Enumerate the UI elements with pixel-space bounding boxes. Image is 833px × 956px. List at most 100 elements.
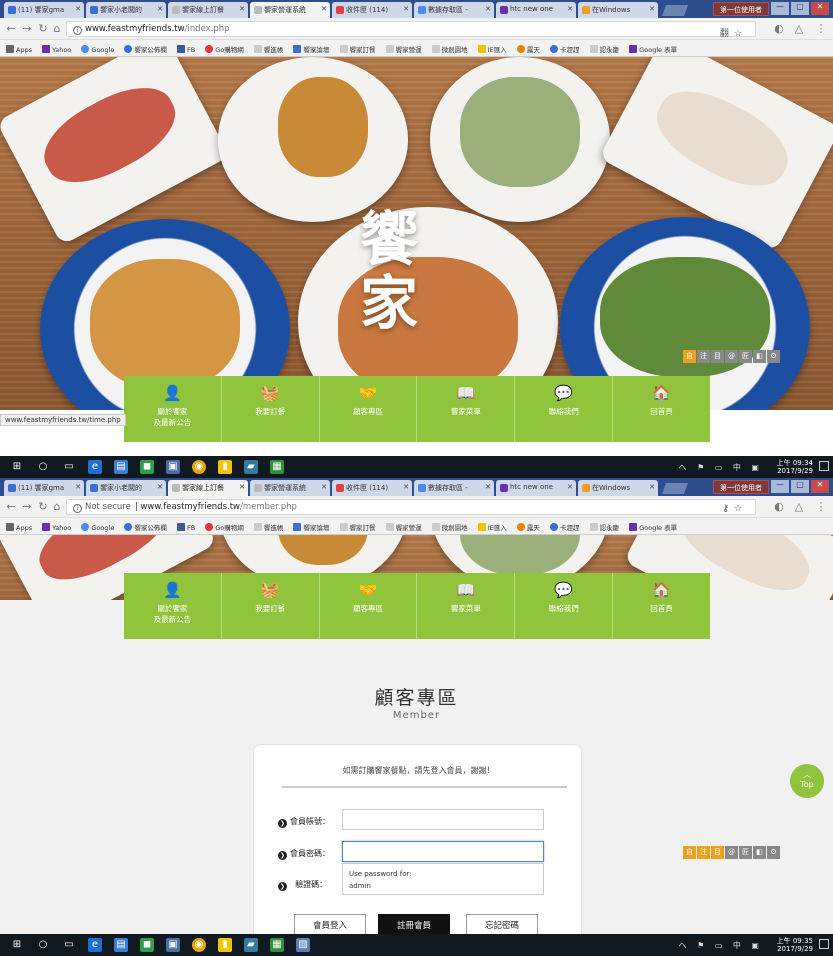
windows-start-icon[interactable]: ⊞ — [10, 460, 24, 474]
menu-icon[interactable]: ⋮ — [814, 22, 828, 36]
tab-1[interactable]: (11) 饗家gma ✕ — [4, 2, 84, 18]
autofill-option-admin[interactable]: admin — [349, 880, 537, 892]
bookmark-google[interactable]: Google — [81, 45, 114, 54]
account-input[interactable] — [342, 809, 544, 830]
tool-button[interactable]: ◧ — [753, 350, 766, 363]
bookmark-yahoo[interactable]: Yahoo — [42, 45, 71, 54]
address-bar[interactable]: i Not secure | www.feastmyfriends.tw/membe… — [66, 499, 756, 515]
chrome-icon[interactable]: ◉ — [192, 938, 206, 952]
maximize-button[interactable]: ▢ — [791, 480, 809, 493]
tool-button[interactable]: 目 — [711, 846, 724, 859]
bookmark-2[interactable]: Go購物網 — [205, 522, 244, 532]
tool-button[interactable]: 自 — [683, 846, 696, 859]
close-icon[interactable]: ✕ — [239, 5, 245, 13]
tab-4[interactable]: 饗家營運系統 ✕ — [250, 2, 330, 18]
info-icon[interactable]: i — [73, 504, 82, 513]
forward-arrow-icon[interactable]: → — [20, 500, 34, 514]
tab-1[interactable]: (11) 饗家gma ✕ — [4, 480, 84, 496]
search-icon[interactable]: ○ — [36, 938, 50, 952]
nav-member[interactable]: 🤝 顧客專區 — [320, 376, 418, 442]
address-bar[interactable]: i www.feastmyfriends.tw/index.php 翻☆ — [66, 21, 756, 39]
tool-button[interactable]: @ — [725, 846, 738, 859]
minimize-button[interactable]: — — [771, 2, 789, 15]
edge-icon[interactable]: e — [88, 938, 102, 952]
extension-icon[interactable]: ◐ — [772, 22, 786, 36]
close-icon[interactable]: ✕ — [239, 483, 245, 491]
nav-order[interactable]: 🧺 我要訂餐 — [222, 376, 320, 442]
close-icon[interactable]: ✕ — [567, 483, 573, 491]
bookmark-6[interactable]: 饗家營運 — [385, 44, 422, 54]
bookmark-7[interactable]: 微創園地 — [431, 44, 468, 54]
back-arrow-icon[interactable]: ← — [4, 500, 18, 514]
close-icon[interactable]: ✕ — [649, 483, 655, 491]
tab-7[interactable]: htc new one ✕ — [496, 480, 576, 496]
tab-2[interactable]: 饗家小老闆的 ✕ — [86, 2, 166, 18]
nav-menu[interactable]: 📖 饗家菜單 — [417, 573, 516, 639]
home-button-icon[interactable]: ⌂ — [50, 22, 64, 36]
tab-3[interactable]: 饗家線上訂餐 ✕ — [168, 2, 248, 18]
close-icon[interactable]: ✕ — [649, 5, 655, 13]
explorer-icon[interactable]: ▤ — [114, 938, 128, 952]
tab-6[interactable]: 數據存取區 - ✕ — [414, 2, 494, 18]
screenshot-app-icon[interactable]: ▧ — [296, 938, 310, 952]
bookmark-4[interactable]: 饗家論壇 — [293, 44, 329, 54]
explorer-icon[interactable]: ▤ — [114, 460, 128, 474]
nav-about[interactable]: 👤 關於饗家 及最新公告 — [124, 573, 222, 639]
clock[interactable]: 上午 09:35 2017/9/29 — [777, 937, 813, 953]
tool-button[interactable]: 匠 — [739, 846, 752, 859]
spreadsheet-icon[interactable]: ▦ — [270, 460, 284, 474]
bookmark-google[interactable]: Google — [81, 523, 114, 532]
files-icon[interactable]: ▮ — [218, 460, 232, 474]
bookmark-4[interactable]: 饗家論壇 — [293, 522, 329, 532]
nav-home[interactable]: 🏠 回首頁 — [613, 376, 710, 442]
close-icon[interactable]: ✕ — [321, 483, 327, 491]
window-close-button[interactable]: ✕ — [811, 480, 829, 493]
new-tab-button[interactable] — [661, 483, 689, 494]
bookmark-7[interactable]: 微創園地 — [431, 522, 468, 532]
profile-icon[interactable]: △ — [792, 22, 806, 36]
tab-8[interactable]: 在Windows ✕ — [578, 480, 658, 496]
notification-icon[interactable] — [819, 461, 829, 471]
bookmark-1[interactable]: 饗家公佈欄 — [124, 522, 167, 532]
spreadsheet-icon[interactable]: ▦ — [270, 938, 284, 952]
bookmark-fb[interactable]: FB — [176, 523, 195, 532]
bookmark-5[interactable]: 饗家訂餐 — [339, 522, 376, 532]
close-icon[interactable]: ✕ — [321, 5, 327, 13]
tool-button[interactable]: @ — [725, 350, 738, 363]
nav-member[interactable]: 🤝 顧客專區 — [320, 573, 418, 639]
reload-icon[interactable]: ↻ — [36, 500, 50, 514]
folder-icon[interactable]: ▰ — [244, 938, 258, 952]
settings-icon[interactable]: ⚙ — [767, 846, 780, 859]
close-icon[interactable]: ✕ — [75, 483, 81, 491]
user-profile-badge[interactable]: 第一位使用者 — [713, 480, 769, 494]
tab-6[interactable]: 數據存取區 - ✕ — [414, 480, 494, 496]
close-icon[interactable]: ✕ — [485, 5, 491, 13]
tool-button[interactable]: 注 — [697, 350, 710, 363]
tab-2[interactable]: 饗家小老闆的 ✕ — [86, 480, 166, 496]
task-view-icon[interactable]: ▭ — [62, 460, 76, 474]
bookmark-yahoo[interactable]: Yahoo — [42, 523, 71, 532]
bookmark-fb[interactable]: FB — [176, 45, 195, 54]
bookmark-12[interactable]: Google 表單 — [629, 522, 677, 532]
tab-4[interactable]: 饗家營運系統 ✕ — [250, 480, 330, 496]
password-autofill-dropdown[interactable]: Use password for: admin — [342, 863, 544, 895]
minimize-button[interactable]: — — [771, 480, 789, 493]
notification-icon[interactable] — [819, 939, 829, 949]
bookmark-3[interactable]: 饗進帳 — [253, 44, 283, 54]
back-arrow-icon[interactable]: ← — [4, 22, 18, 36]
bookmark-3[interactable]: 饗進帳 — [253, 522, 283, 532]
bookmark-12[interactable]: Google 表單 — [629, 44, 677, 54]
menu-icon[interactable]: ⋮ — [814, 500, 828, 514]
clock[interactable]: 上午 09:34 2017/9/29 — [777, 459, 813, 475]
translate-bookmark-icons[interactable]: 翻☆ — [720, 26, 747, 39]
bookmark-11[interactable]: 認永慶 — [589, 44, 619, 54]
info-icon[interactable]: i — [73, 26, 82, 35]
bookmark-10[interactable]: 卡趕趕 — [549, 44, 579, 54]
bookmark-apps[interactable]: Apps — [6, 45, 32, 54]
nav-home[interactable]: 🏠 回首頁 — [613, 573, 710, 639]
bookmark-9[interactable]: 露天 — [516, 44, 540, 54]
close-icon[interactable]: ✕ — [75, 5, 81, 13]
key-bookmark-icons[interactable]: ⚷☆ — [722, 504, 747, 514]
folder-icon[interactable]: ▰ — [244, 460, 258, 474]
tool-button[interactable]: 自 — [683, 350, 696, 363]
